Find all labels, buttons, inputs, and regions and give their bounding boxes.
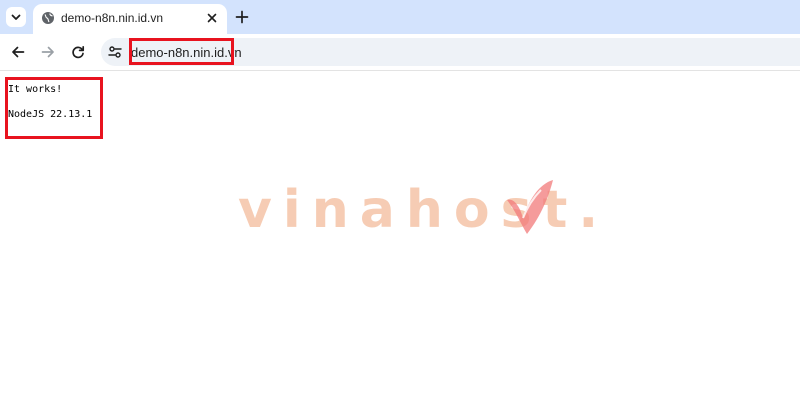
browser-toolbar: demo-n8n.nin.id.vn <box>0 34 800 71</box>
browser-tab[interactable]: demo-n8n.nin.id.vn <box>33 4 227 34</box>
plus-icon[interactable] <box>234 9 250 25</box>
arrow-right-icon[interactable] <box>40 44 56 60</box>
close-icon[interactable] <box>206 12 218 24</box>
globe-icon <box>42 12 54 24</box>
tab-search-button[interactable] <box>6 7 26 27</box>
chevron-down-icon <box>11 14 21 20</box>
arrow-left-icon[interactable] <box>10 44 26 60</box>
tab-strip: demo-n8n.nin.id.vn <box>0 0 800 34</box>
watermark: vinahost. <box>238 178 598 248</box>
vinahost-logo-icon <box>507 180 553 234</box>
tune-icon[interactable] <box>107 44 123 60</box>
url-highlight-box <box>129 38 234 65</box>
reload-icon[interactable] <box>70 44 86 60</box>
content-highlight-box <box>5 77 103 139</box>
tab-title: demo-n8n.nin.id.vn <box>61 11 164 25</box>
